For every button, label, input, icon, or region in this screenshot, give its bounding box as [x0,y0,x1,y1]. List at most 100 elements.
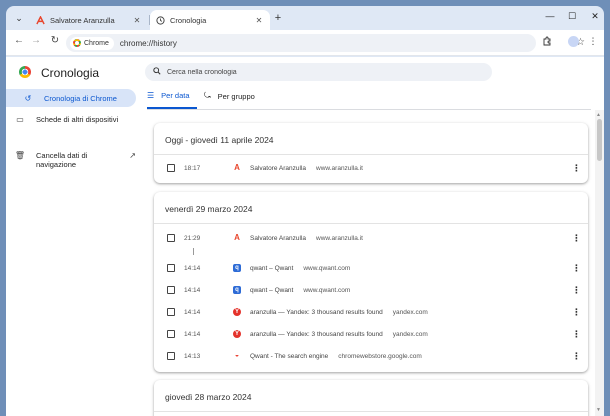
tab-strip: ⌄ Salvatore Aranzulla ✕ Cronologia ✕ + —… [6,6,604,30]
row-domain: www.qwant.com [303,286,351,294]
history-row[interactable]: 14:14 q qwant – Qwant www.qwant.com ⋮ [154,260,588,276]
chrome-web-store-favicon-icon: ◒ [234,352,240,359]
search-input[interactable] [167,68,467,76]
url-text[interactable]: chrome://history [120,39,177,48]
history-row[interactable]: 18:17 A Salvatore Aranzulla www.aranzulla… [154,160,588,176]
row-checkbox[interactable] [167,164,175,172]
chrome-logo-icon [19,66,31,78]
row-link[interactable]: aranzulla — Yandex: 3 thousand results f… [250,309,428,316]
kebab-menu-icon[interactable]: ⋮ [586,36,600,47]
row-link[interactable]: Salvatore Aranzulla www.aranzulla.it [250,165,363,172]
row-time: 18:17 [184,164,201,172]
row-checkbox[interactable] [167,264,175,272]
history-group-card: Oggi - giovedì 11 aprile 2024 18:17 A Sa… [154,123,588,183]
tab-cronologia[interactable]: Cronologia ✕ [150,10,270,30]
sidebar-item-chrome-history[interactable]: ↺ Cronologia di Chrome [6,89,136,107]
forward-arrow-icon[interactable]: → [29,35,43,46]
row-title: Salvatore Aranzulla [250,164,307,172]
browser-window: ⌄ Salvatore Aranzulla ✕ Cronologia ✕ + —… [6,6,604,416]
row-domain: chromewebstore.google.com [338,352,422,360]
row-checkbox[interactable] [167,352,175,360]
row-checkbox[interactable] [167,234,175,242]
row-domain: yandex.com [392,308,428,316]
history-row[interactable]: 21:29 A Salvatore Aranzulla www.aranzulla… [154,230,588,246]
history-header: Cronologia [6,57,604,85]
back-arrow-icon[interactable]: ← [12,35,26,46]
tab-by-date[interactable]: ☰ Per data [147,91,190,100]
reload-icon[interactable]: ↻ [48,35,62,46]
list-icon: ☰ [147,91,155,100]
scroll-up-arrow-icon[interactable]: ▲ [596,112,601,118]
row-menu-icon[interactable]: ⋮ [572,163,581,174]
row-link[interactable]: Qwant - The search engine chromewebstore.… [250,353,422,360]
tab-close-icon[interactable]: ✕ [132,16,142,25]
row-link[interactable]: qwant – Qwant www.qwant.com [250,265,350,272]
row-title: aranzulla — Yandex: 3 thousand results f… [250,330,383,338]
site-info-chip[interactable]: Chrome [70,36,114,50]
maximize-icon[interactable]: ☐ [564,11,580,22]
yandex-favicon-icon: Y [233,308,241,316]
row-time: 14:13 [184,352,201,360]
row-link[interactable]: qwant – Qwant www.qwant.com [250,287,350,294]
sidebar-item-other-devices[interactable]: ▭ Schede di altri dispositivi [14,115,136,124]
row-link[interactable]: Salvatore Aranzulla www.aranzulla.it [250,235,363,242]
profile-avatar-icon[interactable] [566,36,580,49]
browser-toolbar: ← → ↻ Chrome chrome://history ☆ ⋮ [6,30,604,56]
tab-label: Per data [161,91,190,100]
row-title: Salvatore Aranzulla [250,234,307,242]
row-menu-icon[interactable]: ⋮ [572,285,581,296]
aranzulla-favicon-icon [36,14,45,25]
scrollbar-thumb[interactable] [597,119,602,161]
row-checkbox[interactable] [167,308,175,316]
row-menu-icon[interactable]: ⋮ [572,351,581,362]
aranzulla-favicon-icon: A [234,163,240,172]
yandex-favicon-icon: Y [233,330,241,338]
tab-by-group[interactable]: ⤿ Per gruppo [204,91,255,101]
address-bar[interactable]: Chrome chrome://history ☆ [66,34,585,52]
scroll-down-arrow-icon[interactable]: ▼ [596,407,601,413]
row-menu-icon[interactable]: ⋮ [572,329,581,340]
devices-icon: ▭ [16,115,24,124]
row-time: 14:14 [184,286,201,294]
row-menu-icon[interactable]: ⋮ [572,307,581,318]
history-search-box[interactable] [145,63,492,81]
row-title: Qwant - The search engine [250,352,329,360]
tab-aranzulla[interactable]: Salvatore Aranzulla ✕ [30,10,148,30]
history-page: Cronologia ↺ Cronologia di Chrome ▭ Sche… [6,57,604,416]
minimize-icon[interactable]: — [542,11,558,21]
search-icon [153,67,161,77]
divider [154,411,588,412]
row-menu-icon[interactable]: ⋮ [572,233,581,244]
open-external-icon: ↗ [129,151,136,160]
group-date-title: giovedì 28 marzo 2024 [165,392,252,402]
row-title: qwant – Qwant [250,264,294,272]
aranzulla-favicon-icon: A [234,233,240,242]
history-row[interactable]: 14:13 ◒ Qwant - The search engine chromew… [154,348,588,364]
row-connector [193,248,194,255]
row-domain: www.aranzulla.it [316,164,363,172]
row-time: 14:14 [184,264,201,272]
history-group-card: giovedì 28 marzo 2024 [154,380,588,416]
close-window-icon[interactable]: ✕ [587,11,603,22]
history-icon: ↺ [24,93,32,103]
sidebar-item-clear-data[interactable]: 🗑 Cancella dati di navigazione ↗ [14,133,136,169]
page-title: Cronologia [41,66,100,80]
divider [154,154,588,155]
group-date-title: Oggi - giovedì 11 aprile 2024 [165,135,274,145]
history-row[interactable]: 14:14 Y aranzulla — Yandex: 3 thousand r… [154,326,588,342]
new-tab-button[interactable]: + [272,12,284,24]
row-menu-icon[interactable]: ⋮ [572,263,581,274]
row-link[interactable]: aranzulla — Yandex: 3 thousand results f… [250,331,428,338]
row-time: 14:14 [184,308,201,316]
qwant-favicon-icon: q [233,286,241,294]
history-favicon-icon [156,15,165,25]
row-checkbox[interactable] [167,286,175,294]
extensions-puzzle-icon[interactable] [540,36,554,48]
tab-search-chevron-icon[interactable]: ⌄ [12,11,26,25]
tab-close-icon[interactable]: ✕ [254,16,264,25]
history-row[interactable]: 14:14 Y aranzulla — Yandex: 3 thousand r… [154,304,588,320]
history-row[interactable]: 14:14 q qwant – Qwant www.qwant.com ⋮ [154,282,588,298]
chip-label: Chrome [84,39,109,47]
row-domain: yandex.com [392,330,428,338]
row-checkbox[interactable] [167,330,175,338]
